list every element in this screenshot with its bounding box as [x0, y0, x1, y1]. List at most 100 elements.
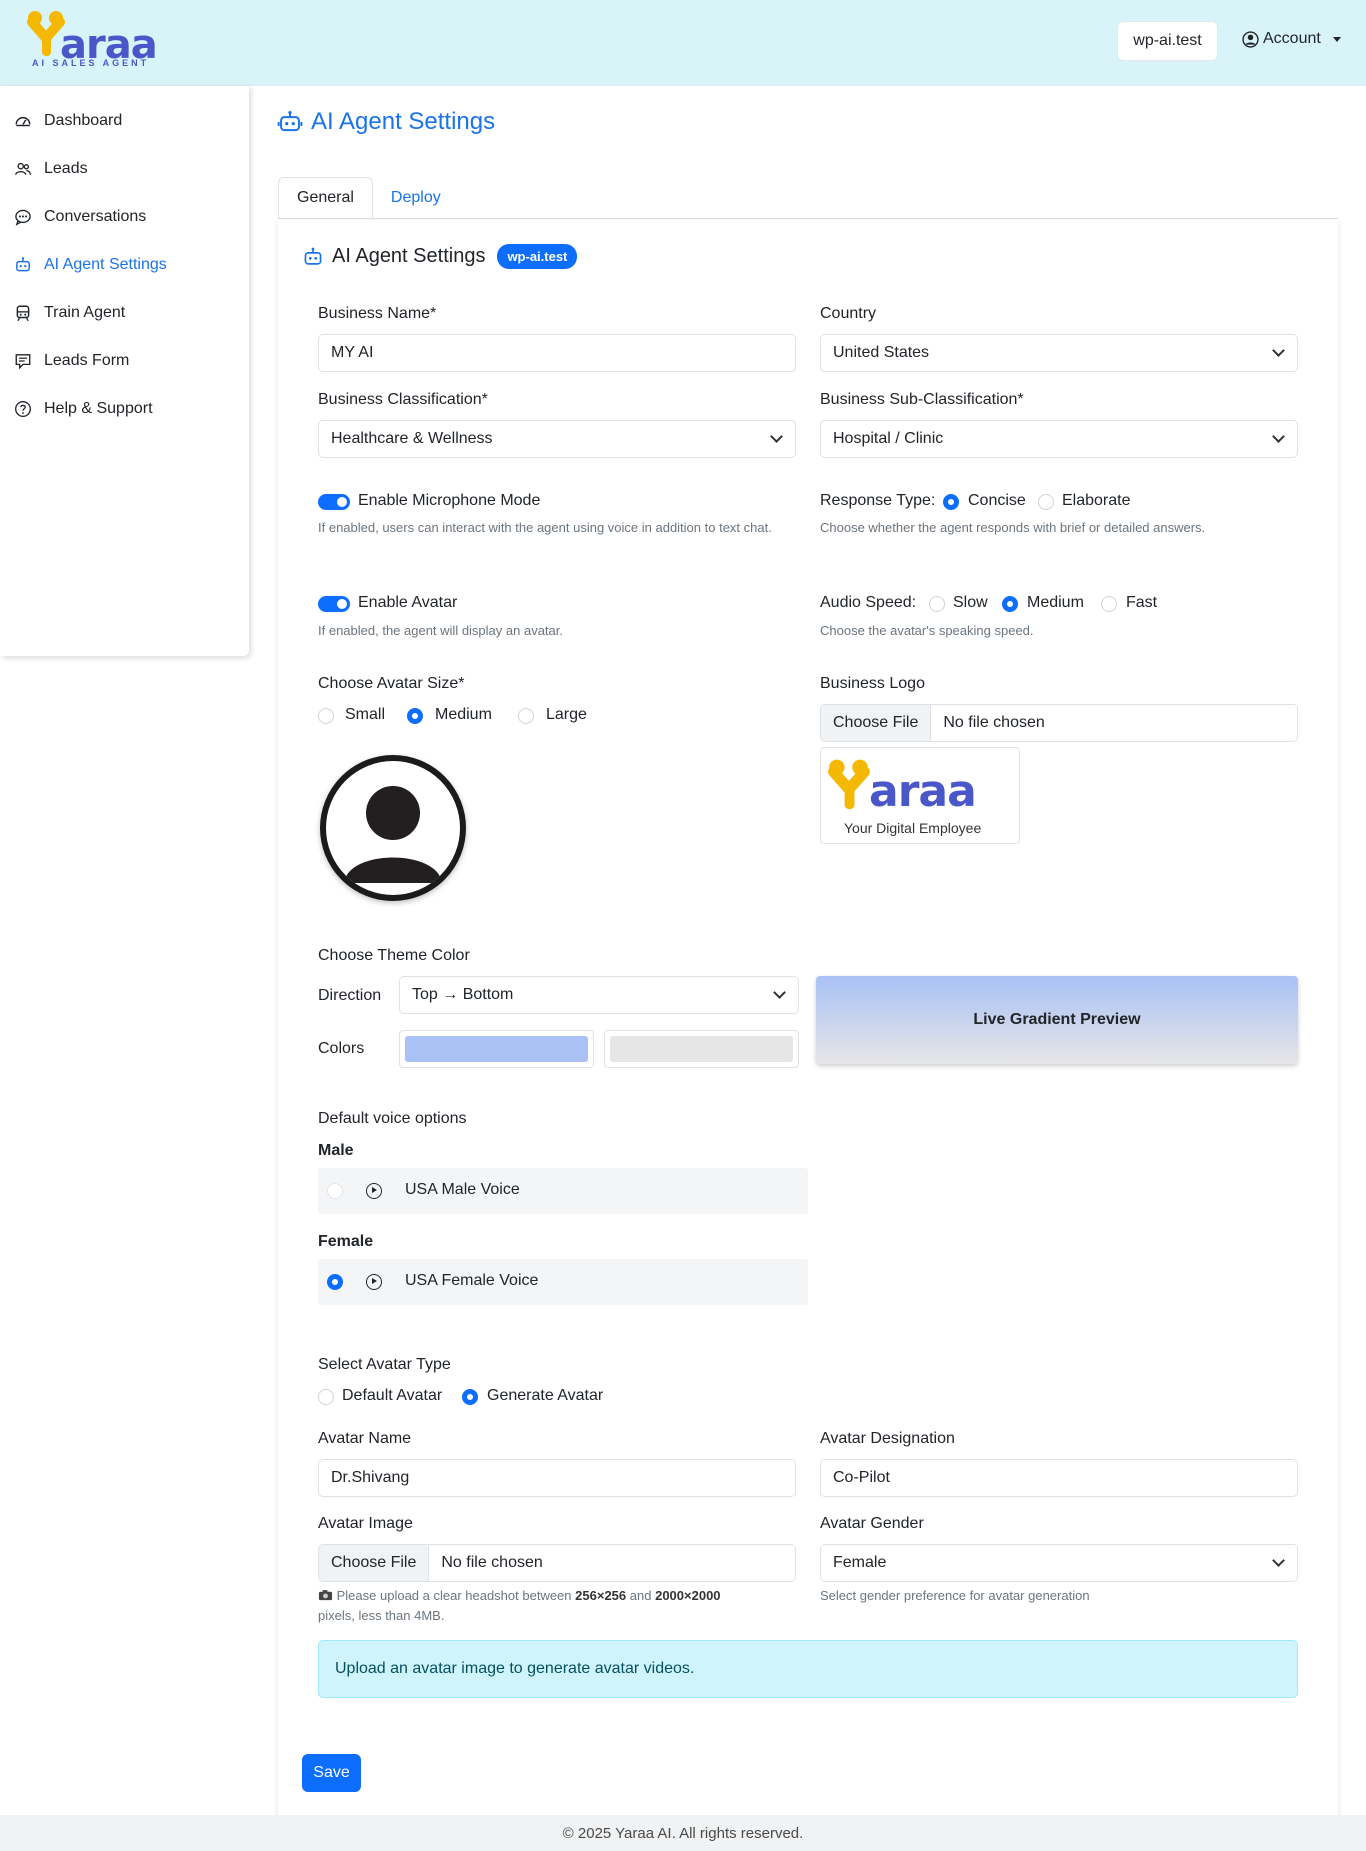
- avatar-enable-label: Enable Avatar: [358, 594, 458, 611]
- country-label: Country: [820, 305, 877, 322]
- top-navbar: araa AI SALES AGENT wp-ai.test Account: [0, 0, 1366, 86]
- audio-speed-help: Choose the avatar's speaking speed.: [820, 623, 1034, 638]
- business-name-label: Business Name*: [318, 305, 437, 322]
- chevron-down-icon: [1272, 1554, 1285, 1567]
- business-logo-file-input[interactable]: Choose File No file chosen: [820, 704, 1298, 742]
- train-icon: [16, 305, 30, 322]
- sidebar-item-ai-agent-settings[interactable]: AI Agent Settings: [14, 256, 167, 274]
- card-title: AI Agent Settings wp-ai.test: [302, 244, 578, 269]
- tab-deploy[interactable]: Deploy: [373, 177, 459, 219]
- microphone-mode-help: If enabled, users can interact with the …: [318, 520, 772, 535]
- size-small-label: Small: [345, 706, 386, 723]
- site-badge: wp-ai.test: [497, 244, 578, 269]
- response-concise-radio[interactable]: [943, 494, 959, 510]
- logo-y-mark: [828, 759, 870, 810]
- male-voice-name: USA Male Voice: [405, 1181, 520, 1198]
- country-value: United States: [833, 344, 930, 361]
- avatar-type-generate-radio[interactable]: [462, 1389, 478, 1405]
- page-title: AI Agent Settings: [277, 108, 495, 136]
- response-concise-label: Concise: [968, 492, 1026, 509]
- avatar-type-label: Select Avatar Type: [318, 1356, 451, 1373]
- business-logo-preview: araa Your Digital Employee: [820, 747, 1020, 844]
- dashboard-icon: [15, 116, 31, 127]
- account-dropdown[interactable]: Account: [1242, 30, 1341, 48]
- business-name-input[interactable]: MY AI: [318, 334, 796, 372]
- size-large-radio[interactable]: [518, 708, 534, 724]
- site-selector-button[interactable]: wp-ai.test: [1117, 21, 1218, 61]
- sidebar-item-label: Leads: [44, 160, 88, 177]
- choose-file-button[interactable]: Choose File: [821, 705, 932, 741]
- robot-icon: [304, 247, 322, 265]
- avatar-gender-select[interactable]: Female: [820, 1544, 1298, 1582]
- avatar-size-label: Choose Avatar Size*: [318, 675, 465, 692]
- footer: © 2025 Yaraa AI. All rights reserved.: [0, 1815, 1366, 1851]
- play-circle-icon[interactable]: [366, 1274, 382, 1290]
- sidebar-item-leads-form[interactable]: Leads Form: [14, 352, 129, 370]
- sidebar-item-help-support[interactable]: Help & Support: [14, 400, 153, 418]
- live-gradient-preview: Live Gradient Preview: [816, 976, 1298, 1064]
- female-voice-option[interactable]: USA Female Voice: [318, 1259, 808, 1305]
- size-small-radio[interactable]: [318, 708, 334, 724]
- audio-fast-label: Fast: [1126, 594, 1158, 611]
- theme-color-label: Choose Theme Color: [318, 947, 470, 964]
- sidebar-item-label: Dashboard: [44, 112, 123, 129]
- direction-value: Top → Bottom: [412, 986, 514, 1003]
- avatar-gender-help: Select gender preference for avatar gene…: [820, 1588, 1090, 1603]
- sidebar-item-label: Help & Support: [44, 400, 153, 417]
- audio-fast-radio[interactable]: [1101, 596, 1117, 612]
- audio-slow-radio[interactable]: [929, 596, 945, 612]
- avatar-designation-label: Avatar Designation: [820, 1430, 955, 1447]
- camera-icon: [318, 1590, 333, 1601]
- subclassification-label: Business Sub-Classification*: [820, 391, 1024, 408]
- form-icon: [15, 354, 31, 370]
- size-medium-radio[interactable]: [407, 708, 423, 724]
- sidebar-item-leads[interactable]: Leads: [14, 160, 88, 178]
- colors-label: Colors: [318, 1040, 365, 1057]
- male-voice-heading: Male: [318, 1142, 354, 1159]
- help-icon: [15, 401, 31, 417]
- audio-medium-radio[interactable]: [1002, 596, 1018, 612]
- file-status: No file chosen: [441, 1554, 543, 1571]
- color-picker-start[interactable]: [399, 1030, 594, 1068]
- direction-select[interactable]: Top → Bottom: [399, 976, 799, 1014]
- yaraa-logo[interactable]: araa AI SALES AGENT: [26, 10, 158, 70]
- avatar-image-help-and: and: [629, 1588, 652, 1603]
- avatar-type-default-radio[interactable]: [318, 1389, 334, 1405]
- sidebar-item-conversations[interactable]: Conversations: [14, 208, 146, 226]
- color-swatch-end: [610, 1036, 793, 1062]
- subclassification-select[interactable]: Hospital / Clinic: [820, 420, 1298, 458]
- logo-tagline: AI SALES AGENT: [32, 58, 150, 68]
- sidebar-item-dashboard[interactable]: Dashboard: [14, 112, 122, 130]
- sidebar: Dashboard Leads Conversations AI Agent S…: [0, 86, 249, 656]
- direction-label: Direction: [318, 987, 382, 1004]
- avatar-name-input[interactable]: Dr.Shivang: [318, 1459, 796, 1497]
- response-elaborate-radio[interactable]: [1038, 494, 1054, 510]
- microphone-mode-toggle[interactable]: [318, 494, 350, 510]
- sidebar-item-train-agent[interactable]: Train Agent: [14, 304, 125, 322]
- avatar-info-alert: Upload an avatar image to generate avata…: [318, 1640, 1298, 1698]
- classification-select[interactable]: Healthcare & Wellness: [318, 420, 796, 458]
- avatar-image-file-input[interactable]: Choose File No file chosen: [318, 1544, 796, 1582]
- avatar-enable-toggle[interactable]: [318, 596, 350, 612]
- male-voice-radio[interactable]: [327, 1183, 343, 1199]
- country-select[interactable]: United States: [820, 334, 1298, 372]
- tab-general[interactable]: General: [278, 177, 373, 219]
- audio-medium-label: Medium: [1027, 594, 1084, 611]
- save-button[interactable]: Save: [302, 1754, 361, 1792]
- caret-down-icon: [1332, 36, 1341, 42]
- avatar-designation-input[interactable]: Co-Pilot: [820, 1459, 1298, 1497]
- avatar-enable-help: If enabled, the agent will display an av…: [318, 623, 563, 638]
- avatar-image-min-size: 256×256: [575, 1588, 627, 1603]
- choose-file-button[interactable]: Choose File: [319, 1545, 430, 1581]
- card-title-text: AI Agent Settings: [332, 245, 486, 267]
- chat-icon: [15, 209, 31, 226]
- color-picker-end[interactable]: [604, 1030, 799, 1068]
- user-circle-icon: [1242, 30, 1259, 48]
- female-voice-radio[interactable]: [327, 1274, 343, 1290]
- logo-preview-tagline: Your Digital Employee: [844, 820, 982, 836]
- play-circle-icon[interactable]: [366, 1183, 382, 1199]
- avatar-image-help-text: Please upload a clear headshot between: [336, 1588, 572, 1603]
- male-voice-option[interactable]: USA Male Voice: [318, 1168, 808, 1214]
- voice-options-label: Default voice options: [318, 1110, 467, 1127]
- avatar-gender-value: Female: [833, 1554, 887, 1571]
